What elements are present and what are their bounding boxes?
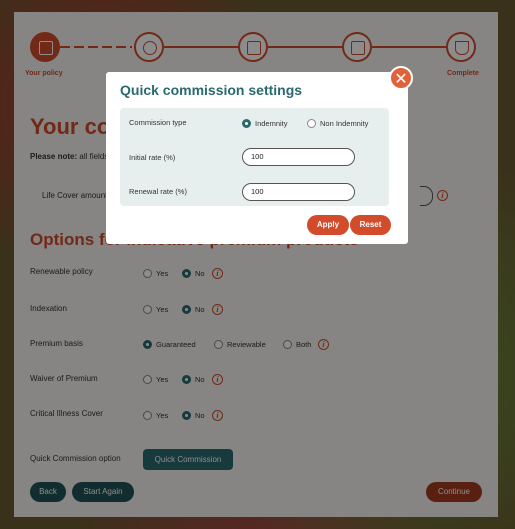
reset-button[interactable]: Reset [350,215,391,235]
indemnity-radio[interactable] [242,119,251,128]
indemnity-label: Indemnity [255,119,288,128]
non-indemnity-radio[interactable] [307,119,316,128]
commission-type-label: Commission type [129,118,187,127]
renewal-rate-input[interactable]: 100 [242,183,355,201]
modal-title: Quick commission settings [120,82,303,98]
apply-button[interactable]: Apply [307,215,349,235]
renewal-rate-label: Renewal rate (%) [129,187,187,196]
settings-box: Commission type Indemnity Non Indemnity … [120,108,389,206]
non-indemnity-label: Non Indemnity [320,119,369,128]
close-icon[interactable]: ✕ [389,66,413,90]
initial-rate-label: Initial rate (%) [129,153,176,162]
initial-rate-input[interactable]: 100 [242,148,355,166]
quick-commission-modal: Quick commission settings Commission typ… [106,72,408,244]
